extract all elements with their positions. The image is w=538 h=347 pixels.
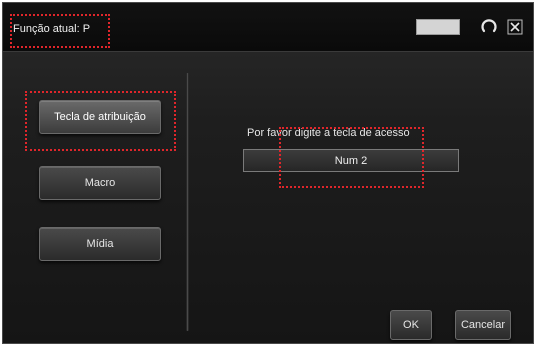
sidebar-item-label: Macro	[84, 177, 116, 189]
sidebar-item-media[interactable]: Mídia	[39, 227, 161, 261]
hotkey-highlight	[279, 127, 424, 188]
color-swatch[interactable]	[416, 19, 460, 35]
cancel-label: Cancelar	[460, 319, 506, 331]
refresh-icon[interactable]	[479, 17, 499, 37]
sidebar-item-label: Mídia	[86, 238, 114, 250]
title-bar: Função atual: P	[3, 3, 533, 52]
vertical-divider	[186, 73, 189, 331]
assignment-dialog: Função atual: P Tecla de atribuição Macr…	[2, 2, 534, 344]
title-highlight	[10, 14, 110, 48]
close-icon[interactable]	[505, 17, 525, 37]
ok-button[interactable]: OK	[390, 310, 432, 340]
sidebar-item-macro[interactable]: Macro	[39, 166, 161, 200]
ok-label: OK	[403, 319, 419, 331]
cancel-button[interactable]: Cancelar	[455, 310, 511, 340]
key-assignment-highlight	[25, 91, 176, 151]
